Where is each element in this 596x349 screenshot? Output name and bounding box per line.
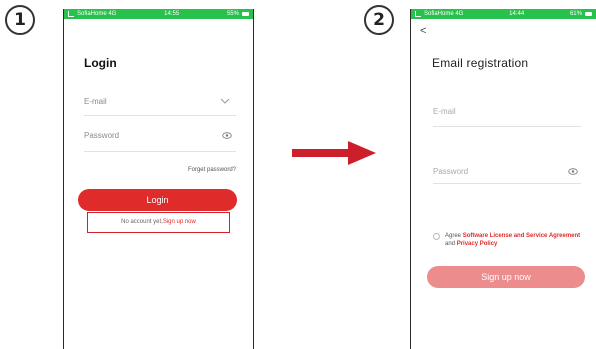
password-divider bbox=[433, 183, 581, 184]
agree-checkbox[interactable] bbox=[433, 233, 440, 240]
battery-icon bbox=[584, 12, 592, 16]
login-screen: SofiaHome 4G 14:55 55% Login E-mail Pass… bbox=[63, 9, 254, 349]
sign-up-button[interactable]: Sign up now bbox=[427, 266, 585, 288]
next-step-arrow bbox=[292, 138, 378, 168]
password-divider bbox=[84, 151, 236, 152]
email-field[interactable]: E-mail bbox=[433, 107, 456, 116]
and-text: and bbox=[445, 241, 457, 247]
no-account-text: No account yet, bbox=[121, 219, 163, 225]
carrier-label: SofiaHome 4G bbox=[424, 11, 464, 17]
license-link[interactable]: Software License and Service Agreement bbox=[463, 233, 581, 239]
battery-icon bbox=[241, 12, 249, 16]
agree-prefix: Agree bbox=[445, 233, 463, 239]
eye-icon[interactable] bbox=[568, 168, 578, 175]
login-button[interactable]: Login bbox=[78, 189, 237, 211]
email-field[interactable]: E-mail bbox=[84, 97, 107, 106]
eye-icon[interactable] bbox=[222, 132, 232, 139]
carrier-label: SofiaHome 4G bbox=[77, 11, 117, 17]
clock: 14:44 bbox=[509, 11, 525, 17]
status-bar: SofiaHome 4G 14:44 61% bbox=[411, 9, 596, 19]
clock: 14:55 bbox=[164, 11, 180, 17]
password-field[interactable]: Password bbox=[433, 167, 468, 176]
agreement-text: Agree Software License and Service Agree… bbox=[445, 232, 596, 248]
registration-screen: SofiaHome 4G 14:44 61% < Email registrat… bbox=[410, 9, 596, 349]
signal-icon bbox=[68, 11, 74, 17]
battery-percent: 55% bbox=[226, 11, 239, 17]
step-2-number: 2 bbox=[373, 10, 385, 30]
privacy-link[interactable]: Privacy Policy bbox=[457, 241, 498, 247]
forgot-password-link[interactable]: Forget password? bbox=[188, 167, 236, 173]
password-field[interactable]: Password bbox=[84, 131, 119, 140]
status-bar: SofiaHome 4G 14:55 55% bbox=[64, 9, 253, 19]
signal-icon bbox=[415, 11, 421, 17]
signup-prompt: No account yet,Sign up now bbox=[87, 219, 230, 225]
page-title: Login bbox=[84, 56, 117, 70]
back-button[interactable]: < bbox=[420, 25, 426, 37]
step-1-badge: 1 bbox=[5, 5, 35, 35]
email-divider bbox=[84, 115, 236, 116]
step-1-number: 1 bbox=[14, 10, 26, 30]
chevron-down-icon[interactable] bbox=[220, 98, 230, 104]
battery-percent: 61% bbox=[569, 11, 582, 17]
email-divider bbox=[433, 126, 581, 127]
page-title: Email registration bbox=[432, 56, 529, 70]
step-2-badge: 2 bbox=[364, 5, 394, 35]
sign-up-link[interactable]: Sign up now bbox=[163, 219, 196, 225]
arrow-right-icon bbox=[292, 141, 376, 165]
